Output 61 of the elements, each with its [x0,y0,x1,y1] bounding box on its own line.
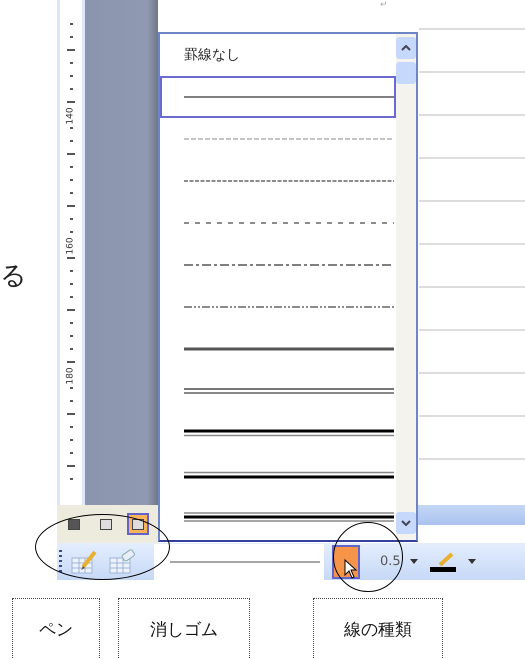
ruler-tick [70,348,72,351]
ruler-label: 140 [66,106,76,124]
ruler-tick [70,270,72,273]
callout-label: 消しゴム [118,598,250,659]
ruler-tick [67,257,75,260]
ruler-tick [70,439,72,442]
margin-text: る [0,260,27,292]
ruler-tick [67,361,75,364]
caret-icon [410,559,418,564]
ruler-tick [70,283,72,286]
ruler-tick [70,387,72,390]
highlight-ellipse [333,522,403,592]
ruler-tick [70,166,72,169]
ruler-tick [70,62,72,65]
ruler-tick [70,478,72,481]
ruler-tick [70,88,72,91]
ruler-tick [70,335,72,338]
ruler-tick [67,205,75,208]
view-icon [132,518,144,530]
view-icon [100,518,112,530]
ruler-tick [70,75,72,78]
ruler-tick [67,465,75,468]
ruler-tick [70,23,72,26]
toolbar-grip[interactable] [59,550,62,574]
ruler-tick [70,426,72,429]
ruler-tick [70,452,72,455]
ruler-tick [67,101,75,104]
ruler-tick [70,140,72,143]
scroll-up-button[interactable] [396,37,416,59]
callout-label: ペン [12,598,100,659]
cursor-icon [344,558,358,578]
ruler-tick [70,192,72,195]
line-weight-value[interactable]: 0.5 [380,554,401,569]
line-style-option[interactable]: 罫線なし [160,34,396,76]
callout-label: 線の種類 [313,598,443,659]
ruler-tick [70,296,72,299]
caret-icon [468,559,476,564]
option-label: 罫線なし [184,46,240,64]
scroll-thumb[interactable] [396,62,416,84]
ruler-tick [67,49,75,52]
ruler-tick [70,179,72,182]
ruler-tick [70,400,72,403]
ruler-tick [70,218,72,221]
view-button[interactable] [127,513,149,535]
ruler-tick [67,309,75,312]
ruler-tick [70,322,72,325]
ruler-label: 180 [66,366,76,384]
ruler-tick [67,153,75,156]
line-style-option[interactable] [160,76,396,118]
ruler-tick [67,413,75,416]
scroll-down-button[interactable] [396,512,416,534]
vertical-scrollbar[interactable] [396,34,416,540]
ruler-label: 160 [66,236,76,254]
ruler-tick [70,36,72,39]
pen-color-icon [428,550,458,572]
line-style-field[interactable] [154,544,324,580]
ruler-tick [70,231,72,234]
line-style-button[interactable] [332,544,360,578]
paragraph-mark: ↵ [380,0,388,10]
view-icon [68,518,80,530]
ruler-tick [70,127,72,130]
